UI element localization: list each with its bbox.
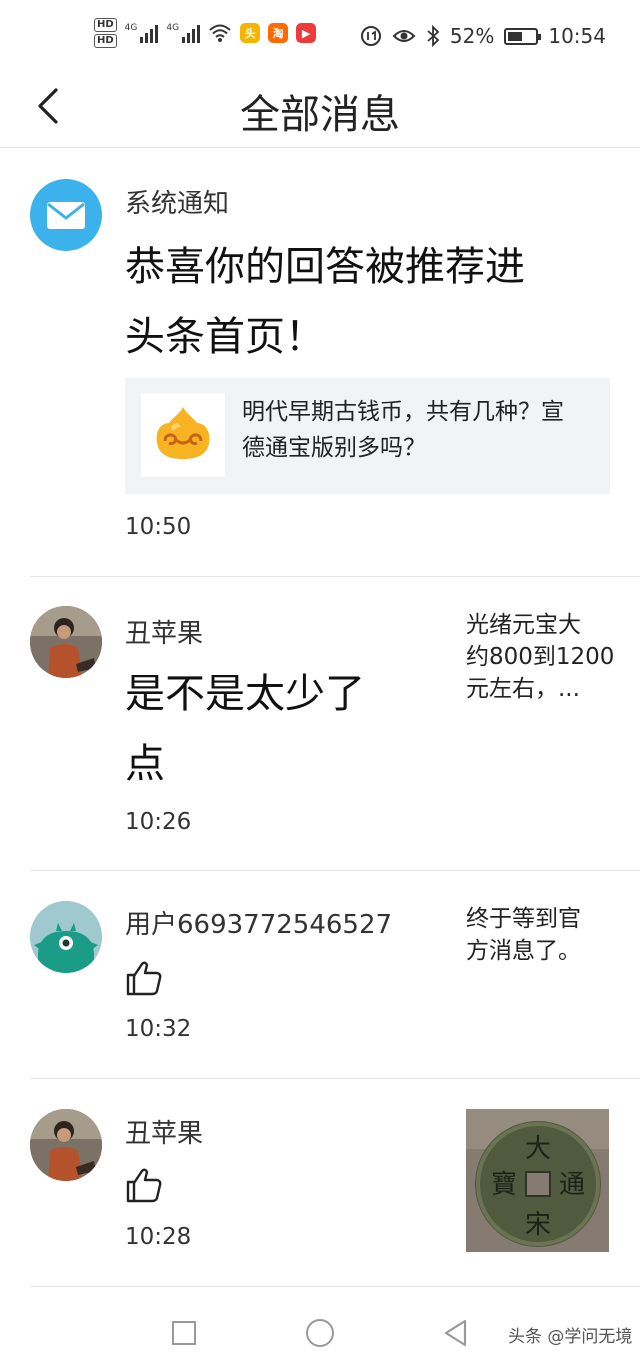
avatar: [30, 901, 102, 973]
battery-icon: [504, 27, 542, 45]
bluetooth-icon: [427, 25, 440, 47]
monster-avatar-icon: [30, 901, 102, 973]
snippet-line-3: 元左右，...: [466, 676, 580, 702]
message-content-line-2: 头条首页！: [125, 314, 325, 360]
coin-char-left: 寶: [491, 1170, 517, 1200]
snippet-line-2: 方消息了。: [466, 938, 581, 964]
toutiao-logo: [141, 393, 225, 477]
message-item-system[interactable]: 系统通知 恭喜你的回答被推荐进 头条首页！ 明代早期古钱币，共有几种？宣德通宝版…: [0, 150, 640, 576]
sender-name: 丑苹果: [125, 619, 204, 649]
hd-badge-1: HD: [94, 18, 117, 32]
message-item-like[interactable]: 丑苹果 大 通 宋 寶 10:28: [0, 1079, 640, 1286]
sender-name: 用户6693772546527: [125, 910, 393, 940]
user-photo: [30, 606, 102, 678]
message-content-line-1: 是不是太少了: [125, 671, 365, 717]
app-notification-icon-2: 淘: [268, 23, 289, 43]
flame-logo-icon: [156, 407, 210, 459]
home-icon[interactable]: [306, 1319, 334, 1347]
wifi-icon: [209, 24, 231, 42]
watermark: 头条 @学问无境: [508, 1327, 633, 1347]
eye-comfort-icon: [392, 30, 416, 42]
back-triangle-icon[interactable]: [441, 1318, 471, 1348]
message-content-line-2: 点: [125, 741, 165, 787]
original-content-snippet: 光绪元宝大 约800到1200 元左右，...: [466, 609, 616, 705]
network-type-1: 4G: [124, 23, 138, 33]
coin-char-bottom: 宋: [525, 1210, 551, 1240]
hd-badge-2: HD: [94, 34, 117, 48]
message-time: 10:28: [125, 1224, 192, 1250]
original-content-snippet: 终于等到官 方消息了。: [466, 903, 616, 967]
avatar: [30, 606, 102, 678]
signal-icon-sim2: 4G: [166, 23, 201, 43]
status-left: HD HD 4G 4G 头 淘 ▶: [94, 18, 317, 48]
battery-fill: [508, 31, 523, 41]
message-time: 10:26: [125, 809, 192, 835]
coin-photo[interactable]: 大 通 宋 寶: [466, 1109, 609, 1252]
sender-name: 丑苹果: [125, 1119, 204, 1149]
message-time: 10:50: [125, 514, 192, 540]
divider: [30, 1286, 640, 1287]
snippet-line-1: 光绪元宝大: [466, 612, 581, 638]
page-title: 全部消息: [240, 92, 400, 138]
thumbs-up-icon: [126, 1168, 162, 1203]
snippet-line-2: 约800到1200: [466, 644, 615, 670]
app-notification-icon-3: ▶: [296, 23, 317, 43]
recent-apps-icon[interactable]: [172, 1321, 196, 1345]
message-item-like[interactable]: 用户6693772546527 终于等到官 方消息了。 10:32: [0, 871, 640, 1078]
status-bar: HD HD 4G 4G 头 淘 ▶ 52% 10:54: [0, 0, 640, 72]
message-item-comment[interactable]: 丑苹果 是不是太少了 点 光绪元宝大 约800到1200 元左右，... 10:…: [0, 577, 640, 870]
recommended-question-card[interactable]: 明代早期古钱币，共有几种？宣德通宝版别多吗？: [125, 378, 610, 494]
thumbs-up-icon: [126, 961, 162, 996]
signal-icon-sim1: 4G: [125, 23, 159, 43]
coin-char-right: 通: [559, 1170, 585, 1200]
mail-avatar: [30, 179, 102, 251]
card-question-text: 明代早期古钱币，共有几种？宣德通宝版别多吗？: [242, 399, 564, 461]
network-type-2: 4G: [166, 23, 180, 33]
avatar: [30, 1109, 102, 1181]
system-nav-bar: 头条 @学问无境: [0, 1300, 640, 1369]
ancient-coin-image: 大 通 宋 寶: [466, 1109, 609, 1252]
status-time: 10:54: [548, 24, 606, 48]
status-right: 52% 10:54: [360, 24, 606, 48]
coin-char-top: 大: [525, 1134, 551, 1164]
user-photo: [30, 1109, 102, 1181]
data-saver-icon: [360, 26, 381, 46]
battery-percent: 52%: [449, 24, 495, 48]
snippet-line-1: 终于等到官: [466, 906, 581, 932]
hd-indicators: HD HD: [94, 18, 117, 48]
app-notification-icon-1: 头: [240, 23, 261, 43]
message-content-line-1: 恭喜你的回答被推荐进: [125, 244, 525, 290]
sender-name: 系统通知: [125, 189, 230, 219]
mail-icon: [47, 202, 85, 229]
message-time: 10:32: [125, 1016, 192, 1042]
title-bar: 全部消息: [0, 72, 640, 148]
